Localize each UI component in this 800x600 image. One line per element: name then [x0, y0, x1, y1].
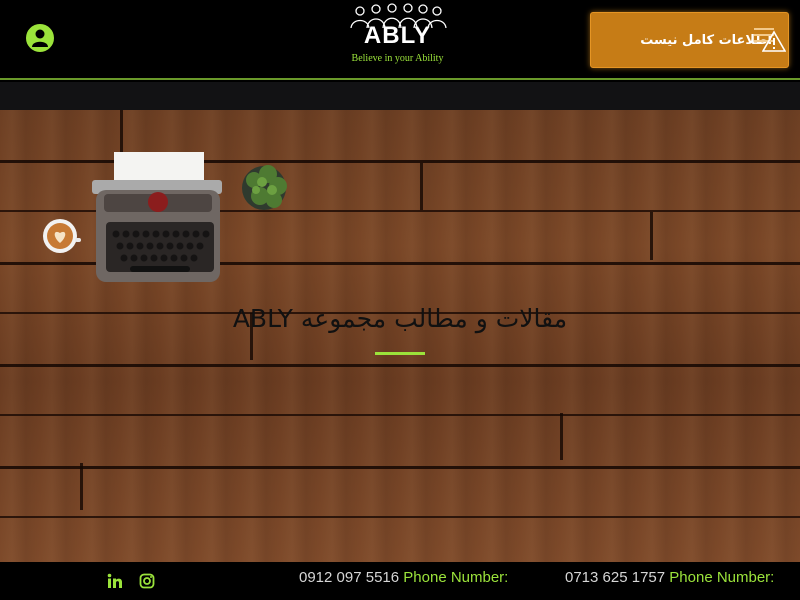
title-underline — [375, 352, 425, 355]
user-icon — [32, 29, 48, 47]
logo-name: ABLY — [363, 22, 432, 49]
plank-joint — [560, 413, 563, 460]
page-title: مقالات و مطالب مجموعه ABLY — [232, 304, 568, 333]
phone-number-1[interactable]: 0713 625 1757 Phone Number: — [565, 569, 774, 586]
warning-icon — [762, 30, 786, 52]
phone-number-label: Phone Number: — [403, 569, 509, 586]
coffee-cup-image — [43, 219, 81, 253]
logo[interactable]: ABLY Believe in your Ability — [340, 2, 455, 72]
plank-joint — [420, 163, 423, 210]
phone-number-value: 0912 097 5516 — [299, 569, 400, 586]
incomplete-info-alert-button[interactable]: اطلاعات کامل نیست — [590, 12, 789, 68]
plank-joint — [650, 212, 653, 260]
linkedin-icon[interactable] — [107, 573, 123, 589]
plank-joint — [80, 463, 83, 510]
user-account-button[interactable] — [26, 24, 54, 52]
logo-tagline: Believe in your Ability — [351, 53, 444, 64]
footer-bar: 0912 097 5516 Phone Number: 0713 625 175… — [0, 562, 800, 600]
phone-number-2[interactable]: 0912 097 5516 Phone Number: — [299, 569, 508, 586]
phone-number-value: 0713 625 1757 — [565, 569, 666, 586]
instagram-icon[interactable] — [139, 573, 155, 589]
phone-number-label: Phone Number: — [669, 569, 775, 586]
alert-text: اطلاعات کامل نیست — [640, 32, 772, 48]
top-header: ABLY Believe in your Ability اطلاعات کام… — [0, 0, 800, 80]
nav-band — [0, 82, 800, 110]
hero-banner: مقالات و مطالب مجموعه ABLY — [0, 110, 800, 562]
plant-image — [242, 165, 287, 210]
typewriter-image — [92, 152, 222, 282]
